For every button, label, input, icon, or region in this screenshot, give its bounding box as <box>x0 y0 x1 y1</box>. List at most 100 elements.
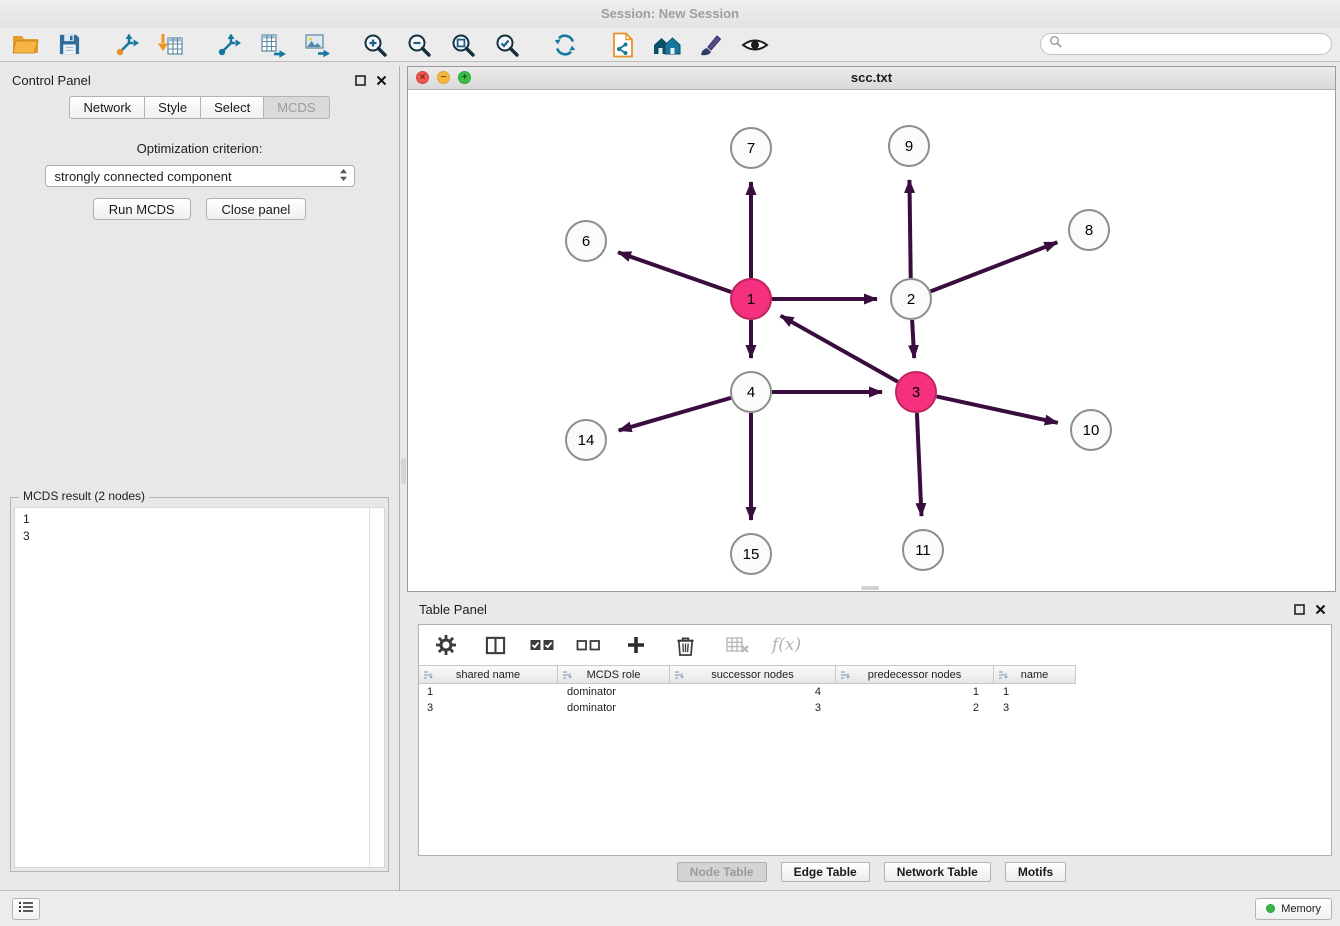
table-panel-close-button[interactable] <box>1315 604 1326 615</box>
optimization-dropdown[interactable]: strongly connected component <box>45 165 355 187</box>
mcds-result-text[interactable]: 1 3 <box>14 507 371 868</box>
window-titlebar[interactable]: Session: New Session <box>0 0 1340 28</box>
control-panel-close-button[interactable] <box>376 75 387 86</box>
tab-network-table[interactable]: Network Table <box>884 862 991 882</box>
select-all-icon[interactable] <box>529 630 556 660</box>
column-header-shared-name[interactable]: shared name <box>418 665 558 684</box>
neighbors-icon[interactable] <box>652 30 682 60</box>
canvas-scroll-handle[interactable] <box>861 586 879 590</box>
table-header-row: shared nameMCDS rolesuccessor nodesprede… <box>419 665 1331 684</box>
zoom-out-icon[interactable] <box>404 30 434 60</box>
column-header-MCDS-role[interactable]: MCDS role <box>558 665 670 684</box>
main-toolbar <box>0 28 1340 62</box>
svg-text:2: 2 <box>907 291 915 308</box>
node-15[interactable]: 15 <box>731 534 771 574</box>
node-1[interactable]: 1 <box>731 279 771 319</box>
tab-select[interactable]: Select <box>200 96 264 119</box>
svg-text:7: 7 <box>747 140 755 157</box>
export-table-icon[interactable] <box>258 30 288 60</box>
unselect-all-icon[interactable] <box>575 630 602 660</box>
table-body: 1dominator4113dominator323 <box>419 684 1331 716</box>
import-network-icon[interactable] <box>112 30 142 60</box>
column-header-successor-nodes[interactable]: successor nodes <box>670 665 836 684</box>
edge-3-1[interactable] <box>781 316 898 382</box>
search-box <box>1040 33 1332 55</box>
export-image-icon[interactable] <box>302 30 332 60</box>
edge-3-10[interactable] <box>937 396 1058 422</box>
edge-2-3[interactable] <box>912 320 914 358</box>
network-window: × − + scc.txt 7 9 6 8 1 2 4 3 14 10 15 11 <box>407 66 1336 592</box>
open-session-icon[interactable] <box>10 30 40 60</box>
control-panel-header: Control Panel <box>0 66 399 94</box>
edge-2-8[interactable] <box>931 242 1058 291</box>
tab-style[interactable]: Style <box>144 96 201 119</box>
table-row[interactable]: 3dominator323 <box>419 700 1331 716</box>
edge-2-9[interactable] <box>909 180 910 278</box>
node-7[interactable]: 7 <box>731 128 771 168</box>
zoom-in-icon[interactable] <box>360 30 390 60</box>
node-14[interactable]: 14 <box>566 420 606 460</box>
table-row[interactable]: 1dominator411 <box>419 684 1331 700</box>
show-hide-icon[interactable] <box>740 30 770 60</box>
tab-mcds[interactable]: MCDS <box>263 96 329 119</box>
delete-column-icon[interactable] <box>670 630 700 660</box>
network-window-titlebar[interactable]: × − + scc.txt <box>408 67 1335 90</box>
optimization-label: Optimization criterion: <box>0 141 399 156</box>
zoom-fit-icon[interactable] <box>448 30 478 60</box>
window-zoom-button[interactable]: + <box>458 71 471 84</box>
window-close-button[interactable]: × <box>416 71 429 84</box>
memory-button[interactable]: Memory <box>1255 898 1332 920</box>
control-panel-tabs: NetworkStyleSelectMCDS <box>0 96 399 119</box>
node-2[interactable]: 2 <box>891 279 931 319</box>
style-icon[interactable] <box>696 30 726 60</box>
export-web-icon[interactable] <box>608 30 638 60</box>
column-header-name[interactable]: name <box>994 665 1076 684</box>
node-10[interactable]: 10 <box>1071 410 1111 450</box>
tab-node-table[interactable]: Node Table <box>677 862 767 882</box>
function-builder-icon: f(x) <box>772 635 801 655</box>
result-scrollbar[interactable] <box>369 507 385 868</box>
vertical-splitter[interactable] <box>400 66 407 890</box>
edge-3-11[interactable] <box>917 413 922 516</box>
app-window: Session: New Session <box>0 0 1340 926</box>
column-header-predecessor-nodes[interactable]: predecessor nodes <box>836 665 994 684</box>
close-panel-button[interactable]: Close panel <box>206 198 307 220</box>
node-11[interactable]: 11 <box>903 530 943 570</box>
node-3[interactable]: 3 <box>896 372 936 412</box>
run-mcds-button[interactable]: Run MCDS <box>93 198 191 220</box>
svg-text:14: 14 <box>578 432 595 449</box>
table-panel-float-button[interactable] <box>1294 604 1305 615</box>
split-view-icon[interactable] <box>480 630 510 660</box>
window-minimize-button[interactable]: − <box>437 71 450 84</box>
tab-edge-table[interactable]: Edge Table <box>781 862 870 882</box>
table-panel-header: Table Panel <box>407 596 1336 622</box>
save-session-icon[interactable] <box>54 30 84 60</box>
zoom-selected-icon[interactable] <box>492 30 522 60</box>
edge-1-6[interactable] <box>618 252 731 292</box>
node-table: f(x) shared nameMCDS rolesuccessor nodes… <box>418 624 1332 856</box>
svg-text:9: 9 <box>905 138 913 155</box>
sort-icon <box>674 670 684 683</box>
edge-4-14[interactable] <box>619 398 731 431</box>
table-panel: Table Panel <box>407 596 1336 890</box>
search-input[interactable] <box>1067 36 1323 52</box>
splitter-handle[interactable] <box>401 458 406 484</box>
control-panel-float-button[interactable] <box>355 75 366 86</box>
node-9[interactable]: 9 <box>889 126 929 166</box>
gear-icon[interactable] <box>431 630 461 660</box>
dropdown-stepper-icon <box>339 168 348 185</box>
import-table-icon[interactable] <box>156 30 186 60</box>
sort-icon <box>840 670 850 683</box>
node-8[interactable]: 8 <box>1069 210 1109 250</box>
node-4[interactable]: 4 <box>731 372 771 412</box>
node-6[interactable]: 6 <box>566 221 606 261</box>
tab-motifs[interactable]: Motifs <box>1005 862 1066 882</box>
add-column-icon[interactable] <box>621 630 651 660</box>
tab-network[interactable]: Network <box>69 96 145 119</box>
export-network-icon[interactable] <box>214 30 244 60</box>
status-bar: Memory <box>0 890 1340 926</box>
show-panels-button[interactable] <box>12 898 40 920</box>
mcds-result-group: MCDS result (2 nodes) 1 3 <box>10 497 389 872</box>
refresh-icon[interactable] <box>550 30 580 60</box>
network-canvas[interactable]: 7 9 6 8 1 2 4 3 14 10 15 11 <box>408 90 1335 592</box>
